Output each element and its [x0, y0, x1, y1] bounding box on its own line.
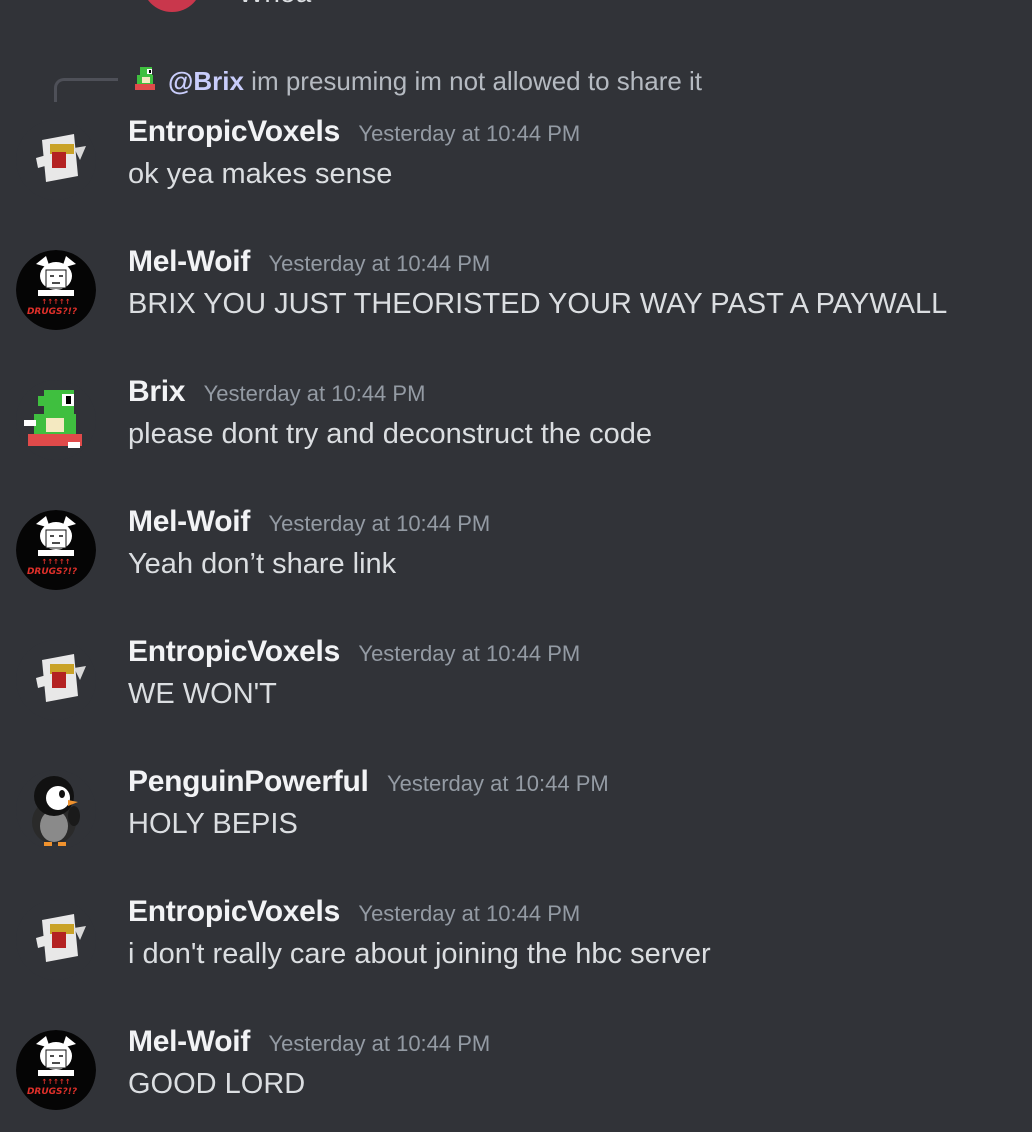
reply-reference[interactable]: @Brix im presuming im not allowed to sha…: [0, 62, 1032, 102]
svg-text:DRUGS?!?: DRUGS?!?: [27, 1087, 77, 1097]
timestamp: Yesterday at 10:44 PM: [268, 511, 491, 536]
timestamp: Yesterday at 10:44 PM: [358, 121, 581, 146]
timestamp: Yesterday at 10:44 PM: [268, 251, 491, 276]
entropic-avatar-icon[interactable]: [16, 120, 96, 200]
message-item: EntropicVoxels Yesterday at 10:44 PM i d…: [0, 895, 1032, 1010]
username[interactable]: Mel-Woif: [128, 1025, 250, 1058]
message-item: EntropicVoxels Yesterday at 10:44 PM ok …: [0, 115, 1032, 230]
message-item: ↑↑↑↑↑ DRUGS?!? Mel-Woif Yesterday at 10:…: [0, 245, 1032, 360]
message-content: GOOD LORD: [128, 1068, 306, 1100]
message-item: ↑↑↑↑↑ DRUGS?!? Mel-Woif Yesterday at 10:…: [0, 505, 1032, 620]
message-item: EntropicVoxels Yesterday at 10:44 PM WE …: [0, 635, 1032, 750]
username[interactable]: EntropicVoxels: [128, 115, 340, 148]
brix-avatar-icon[interactable]: [16, 380, 96, 460]
reply-mention[interactable]: @Brix: [168, 66, 244, 96]
reply-preview[interactable]: @Brix im presuming im not allowed to sha…: [168, 64, 702, 98]
timestamp: Yesterday at 10:44 PM: [358, 641, 581, 666]
mel-avatar-icon[interactable]: ↑↑↑↑↑ DRUGS?!?: [16, 510, 96, 590]
entropic-avatar-icon[interactable]: [16, 640, 96, 720]
svg-text:↑↑↑↑↑: ↑↑↑↑↑: [41, 298, 70, 306]
message-content: ok yea makes sense: [128, 158, 393, 190]
timestamp: Yesterday at 10:44 PM: [358, 901, 581, 926]
message-content: HOLY BEPIS: [128, 808, 298, 840]
svg-text:DRUGS?!?: DRUGS?!?: [27, 567, 77, 577]
message-item: ↑↑↑↑↑ DRUGS?!? Mel-Woif Yesterday at 10:…: [0, 1025, 1032, 1132]
message-item: Brix Yesterday at 10:44 PM please dont t…: [0, 375, 1032, 490]
entropic-avatar-icon[interactable]: [16, 900, 96, 980]
penguin-avatar-icon[interactable]: [16, 770, 96, 850]
previous-message-partial: Whoa: [0, 0, 1032, 12]
username[interactable]: Mel-Woif: [128, 245, 250, 278]
mel-avatar-icon[interactable]: ↑↑↑↑↑ DRUGS?!?: [16, 1030, 96, 1110]
timestamp: Yesterday at 10:44 PM: [386, 771, 609, 796]
reply-connector: [54, 78, 118, 102]
message-content: Yeah don’t share link: [128, 548, 397, 580]
username[interactable]: EntropicVoxels: [128, 635, 340, 668]
message-content: WE WON'T: [128, 678, 277, 710]
svg-text:DRUGS?!?: DRUGS?!?: [27, 307, 77, 317]
chat-log: Whoa @Brix im presuming im not allowed t…: [0, 0, 1032, 1132]
timestamp: Yesterday at 10:44 PM: [268, 1031, 491, 1056]
message-content: i don't really care about joining the hb…: [128, 938, 711, 970]
reply-text: im presuming im not allowed to share it: [251, 66, 703, 96]
message-item: PenguinPowerful Yesterday at 10:44 PM HO…: [0, 765, 1032, 880]
timestamp: Yesterday at 10:44 PM: [203, 381, 426, 406]
brix-reply-avatar-icon[interactable]: [130, 64, 160, 94]
message-content: Whoa: [238, 0, 311, 8]
username[interactable]: Mel-Woif: [128, 505, 250, 538]
avatar[interactable]: [142, 0, 202, 12]
svg-text:↑↑↑↑↑: ↑↑↑↑↑: [41, 558, 70, 566]
username[interactable]: EntropicVoxels: [128, 895, 340, 928]
mel-avatar-icon[interactable]: ↑↑↑↑↑ DRUGS?!?: [16, 250, 96, 330]
username[interactable]: PenguinPowerful: [128, 765, 369, 798]
svg-text:↑↑↑↑↑: ↑↑↑↑↑: [41, 1078, 70, 1086]
message-content: please dont try and deconstruct the code: [128, 418, 652, 450]
username[interactable]: Brix: [128, 375, 185, 408]
message-content: BRIX YOU JUST THEORISTED YOUR WAY PAST A…: [128, 288, 948, 320]
